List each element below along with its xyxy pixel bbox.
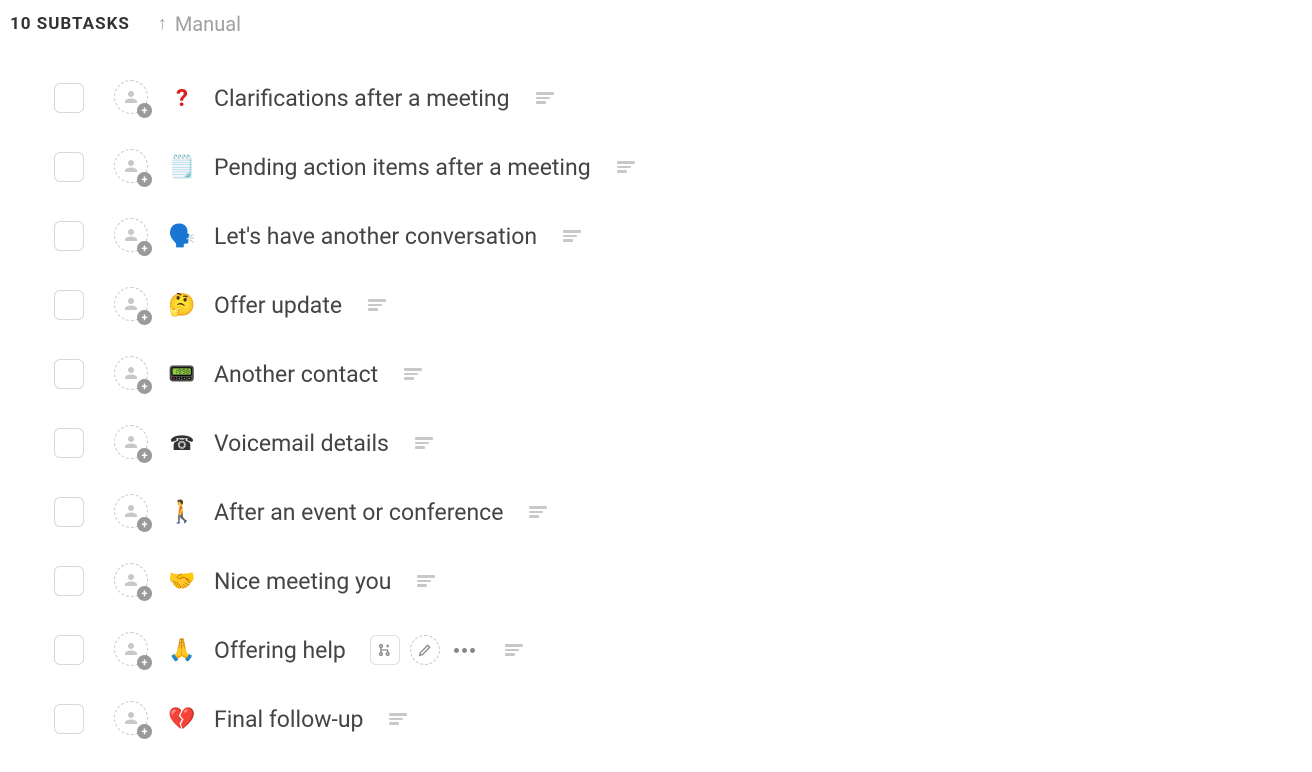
assignee-add[interactable]: + xyxy=(114,425,150,461)
sort-label: Manual xyxy=(175,12,241,36)
task-row[interactable]: + 📟 Another contact xyxy=(54,356,1312,392)
sort-control[interactable]: ↑ Manual xyxy=(158,12,241,36)
notes-icon xyxy=(417,575,435,587)
subtasks-header: 10 SUBTASKS ↑ Manual xyxy=(0,12,1312,36)
notes-icon xyxy=(389,713,407,725)
task-title[interactable]: Final follow-up xyxy=(214,706,363,733)
assignee-add[interactable]: + xyxy=(114,80,150,116)
task-title[interactable]: Offer update xyxy=(214,292,342,319)
task-title[interactable]: Let's have another conversation xyxy=(214,223,537,250)
assignee-add[interactable]: + xyxy=(114,632,150,668)
task-hover-actions xyxy=(370,635,479,665)
task-row[interactable]: + ☎ Voicemail details xyxy=(54,425,1312,461)
task-row[interactable]: + 💔 Final follow-up xyxy=(54,701,1312,737)
task-row[interactable]: + 🤔 Offer update xyxy=(54,287,1312,323)
task-emoji: 🚶 xyxy=(168,500,196,525)
notes-icon xyxy=(536,92,554,104)
task-title[interactable]: Clarifications after a meeting xyxy=(214,85,510,112)
task-emoji: ? xyxy=(168,84,196,112)
task-emoji: 🙏 xyxy=(168,638,196,663)
arrow-up-icon: ↑ xyxy=(158,15,167,33)
notes-icon xyxy=(505,644,523,656)
task-title[interactable]: Pending action items after a meeting xyxy=(214,154,591,181)
subtasks-count: 10 SUBTASKS xyxy=(10,14,130,34)
plus-icon: + xyxy=(137,379,152,394)
notes-icon xyxy=(368,299,386,311)
assignee-add[interactable]: + xyxy=(114,149,150,185)
task-title[interactable]: After an event or conference xyxy=(214,499,503,526)
task-checkbox[interactable] xyxy=(54,566,84,596)
task-row[interactable]: + 🗣️ Let's have another conversation xyxy=(54,218,1312,254)
task-checkbox[interactable] xyxy=(54,704,84,734)
assignee-add[interactable]: + xyxy=(114,356,150,392)
plus-icon: + xyxy=(137,172,152,187)
task-emoji: 🤔 xyxy=(168,293,196,318)
notes-icon xyxy=(563,230,581,242)
task-emoji: 📟 xyxy=(168,362,196,387)
task-emoji: ☎ xyxy=(168,431,196,455)
task-checkbox[interactable] xyxy=(54,290,84,320)
notes-icon xyxy=(617,161,635,173)
task-emoji: 🤝 xyxy=(168,569,196,594)
task-emoji: 🗒️ xyxy=(168,155,196,180)
assignee-add[interactable]: + xyxy=(114,701,150,737)
notes-icon xyxy=(529,506,547,518)
plus-icon: + xyxy=(137,517,152,532)
task-list: +? Clarifications after a meeting + 🗒️ Pendi… xyxy=(0,80,1312,737)
subtask-button[interactable] xyxy=(370,635,400,665)
assignee-add[interactable]: + xyxy=(114,563,150,599)
edit-button[interactable] xyxy=(410,635,440,665)
plus-icon: + xyxy=(137,655,152,670)
task-checkbox[interactable] xyxy=(54,497,84,527)
task-row[interactable]: + 🗒️ Pending action items after a meeting xyxy=(54,149,1312,185)
task-row[interactable]: + 🙏 Offering help xyxy=(54,632,1312,668)
task-title[interactable]: Voicemail details xyxy=(214,430,389,457)
plus-icon: + xyxy=(137,241,152,256)
more-icon[interactable] xyxy=(450,648,479,653)
plus-icon: + xyxy=(137,103,152,118)
task-checkbox[interactable] xyxy=(54,221,84,251)
plus-icon: + xyxy=(137,724,152,739)
plus-icon: + xyxy=(137,310,152,325)
task-checkbox[interactable] xyxy=(54,635,84,665)
notes-icon xyxy=(415,437,433,449)
task-checkbox[interactable] xyxy=(54,359,84,389)
task-emoji: 💔 xyxy=(168,707,196,732)
task-row[interactable]: +? Clarifications after a meeting xyxy=(54,80,1312,116)
plus-icon: + xyxy=(137,448,152,463)
task-emoji: 🗣️ xyxy=(168,224,196,249)
task-row[interactable]: + 🚶 After an event or conference xyxy=(54,494,1312,530)
task-checkbox[interactable] xyxy=(54,152,84,182)
task-checkbox[interactable] xyxy=(54,83,84,113)
notes-icon xyxy=(404,368,422,380)
assignee-add[interactable]: + xyxy=(114,218,150,254)
task-checkbox[interactable] xyxy=(54,428,84,458)
assignee-add[interactable]: + xyxy=(114,287,150,323)
task-title[interactable]: Nice meeting you xyxy=(214,568,391,595)
task-title[interactable]: Another contact xyxy=(214,361,378,388)
assignee-add[interactable]: + xyxy=(114,494,150,530)
plus-icon: + xyxy=(137,586,152,601)
task-title[interactable]: Offering help xyxy=(214,637,346,664)
task-row[interactable]: + 🤝 Nice meeting you xyxy=(54,563,1312,599)
